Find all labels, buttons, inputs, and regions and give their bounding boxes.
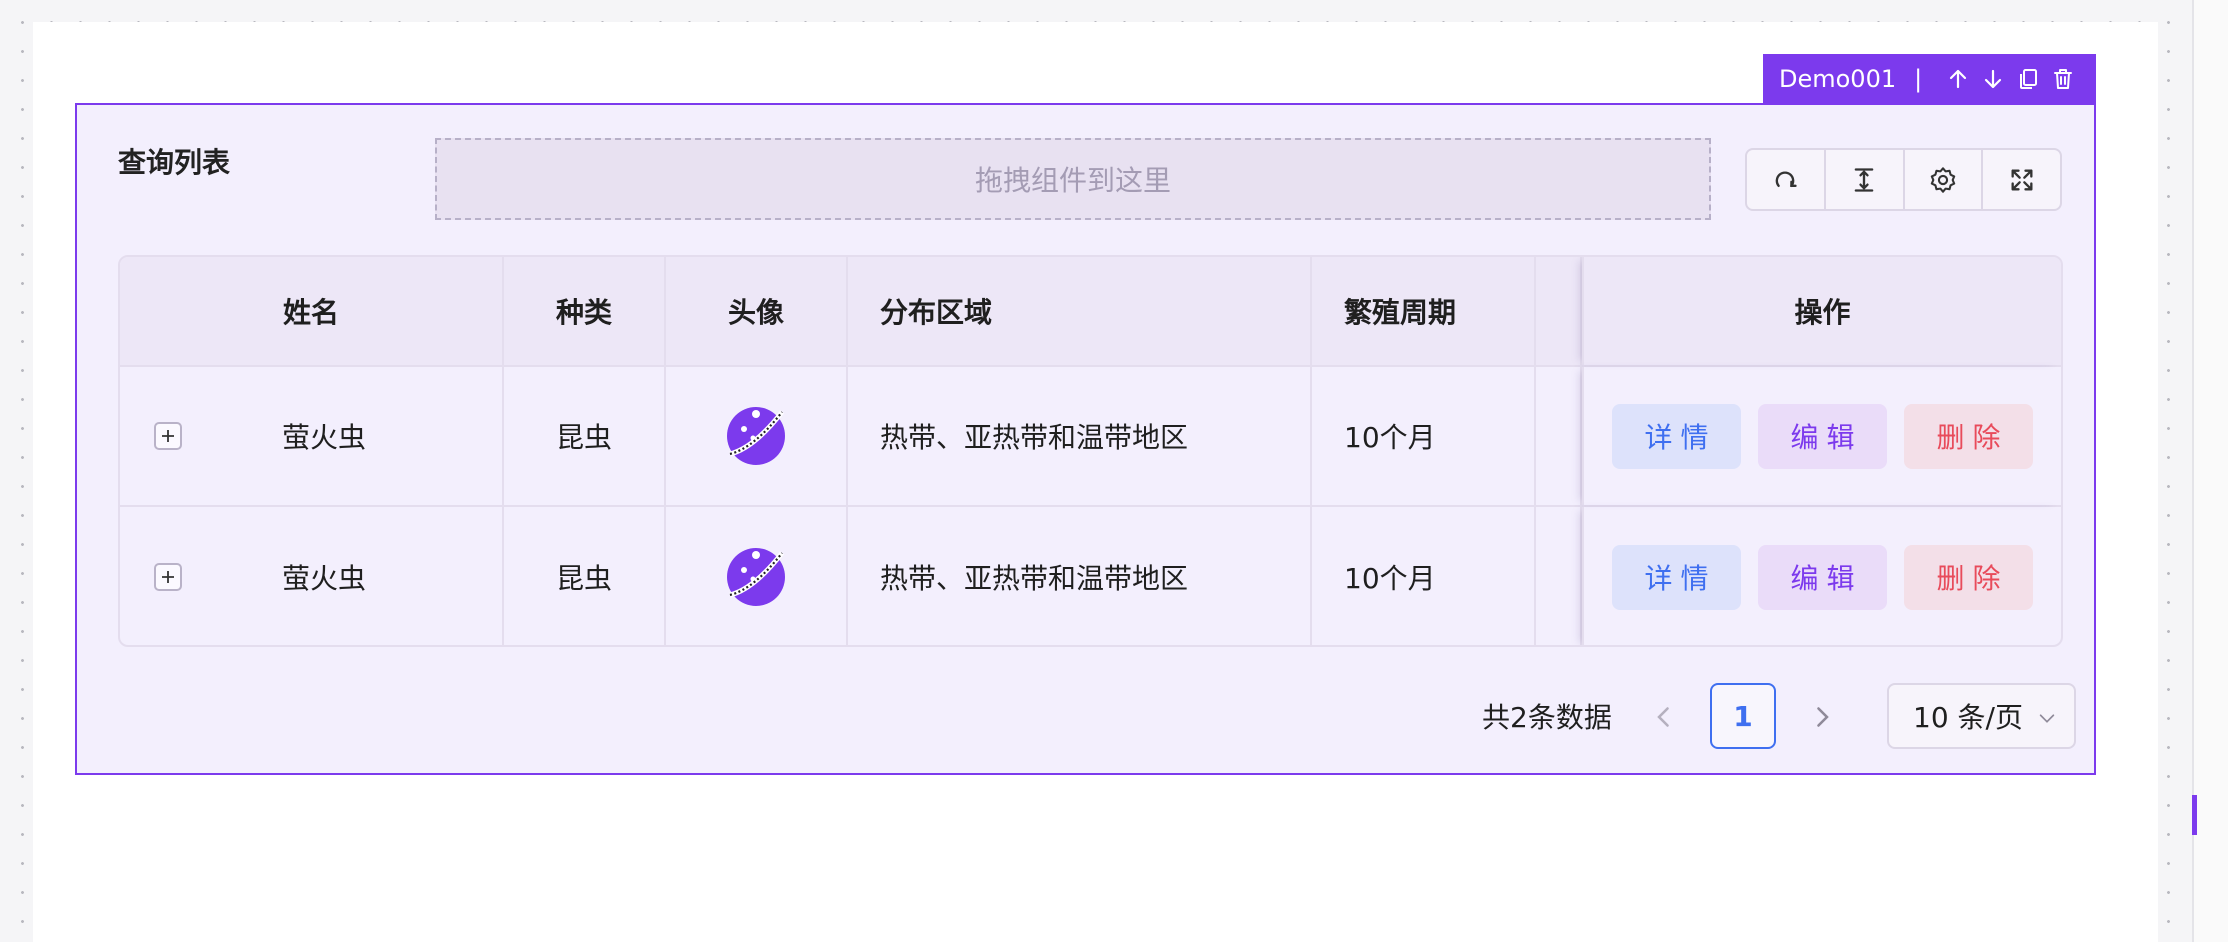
column-header-name[interactable]: 姓名 <box>120 257 504 365</box>
name-cell: 萤火虫 <box>120 367 504 505</box>
component-name: Demo001 <box>1779 64 1897 93</box>
region-cell: 热带、亚热带和温带地区 <box>848 507 1312 645</box>
name-value: 萤火虫 <box>281 421 366 454</box>
query-list-component[interactable]: 查询列表 拖拽组件到这里 姓名 种类 头像 分布区域 繁殖周期 操作 萤火虫 昆… <box>75 103 2096 775</box>
table-row: 萤火虫 昆虫 热带、亚热带和温带地区 10个月 详情 编辑 删除 <box>120 367 2061 507</box>
density-button[interactable] <box>1826 150 1905 209</box>
name-value: 萤火虫 <box>281 562 366 595</box>
region-cell: 热带、亚热带和温带地区 <box>848 367 1312 505</box>
table-tools <box>1745 148 2062 211</box>
cycle-cell: 10个月 <box>1312 507 1536 645</box>
planet-avatar-icon <box>727 548 785 606</box>
drop-zone[interactable]: 拖拽组件到这里 <box>435 138 1711 220</box>
trash-icon[interactable] <box>2045 59 2080 99</box>
extra-cell <box>1536 507 1582 645</box>
drop-zone-placeholder: 拖拽组件到这里 <box>974 164 1171 197</box>
right-rail <box>2192 0 2228 942</box>
density-icon <box>1854 167 1874 192</box>
column-header-region[interactable]: 分布区域 <box>848 257 1312 365</box>
cycle-cell: 10个月 <box>1312 367 1536 505</box>
table-row: 萤火虫 昆虫 热带、亚热带和温带地区 10个月 详情 编辑 删除 <box>120 507 2061 645</box>
planet-avatar-icon <box>727 407 785 465</box>
expand-row-button[interactable] <box>154 563 182 591</box>
fullscreen-icon <box>2011 169 2033 190</box>
page-size-select[interactable]: 10 条/页 <box>1887 683 2076 749</box>
avatar-cell <box>666 507 848 645</box>
column-header-avatar[interactable]: 头像 <box>666 257 848 365</box>
expand-row-button[interactable] <box>154 422 182 450</box>
detail-button[interactable]: 详情 <box>1612 403 1741 469</box>
ops-cell: 详情 编辑 删除 <box>1582 507 2061 645</box>
previous-page-button[interactable] <box>1647 700 1681 734</box>
column-header-type[interactable]: 种类 <box>504 257 666 365</box>
refresh-button[interactable] <box>1747 150 1826 209</box>
page-size-value: 10 条/页 <box>1913 701 2023 734</box>
arrow-down-icon[interactable] <box>1975 59 2010 99</box>
column-header-ops: 操作 <box>1582 257 2061 365</box>
component-toolbar: Demo001 | <box>1763 54 2096 103</box>
settings-icon <box>1930 166 1956 193</box>
arrow-up-icon[interactable] <box>1940 59 1975 99</box>
list-title: 查询列表 <box>118 146 231 179</box>
detail-button[interactable]: 详情 <box>1612 544 1741 610</box>
ops-cell: 详情 编辑 删除 <box>1582 367 2061 505</box>
delete-button[interactable]: 删除 <box>1904 544 2033 610</box>
type-cell: 昆虫 <box>504 367 666 505</box>
chevron-right-icon <box>1817 707 1829 727</box>
column-header-extra <box>1536 257 1582 365</box>
delete-button[interactable]: 删除 <box>1904 403 2033 469</box>
avatar-cell <box>666 367 848 505</box>
chevron-left-icon <box>1657 707 1669 727</box>
plus-icon <box>162 430 174 442</box>
name-cell: 萤火虫 <box>120 507 504 645</box>
copy-icon[interactable] <box>2010 59 2045 99</box>
toolbar-separator: | <box>1914 64 1923 93</box>
page-number-button[interactable]: 1 <box>1710 683 1776 749</box>
chevron-down-icon <box>2039 714 2055 723</box>
next-page-button[interactable] <box>1805 700 1839 734</box>
data-table: 姓名 种类 头像 分布区域 繁殖周期 操作 萤火虫 昆虫 热带、亚热带和温带地区… <box>118 255 2063 647</box>
edit-button[interactable]: 编辑 <box>1758 544 1887 610</box>
settings-button[interactable] <box>1905 150 1984 209</box>
extra-cell <box>1536 367 1582 505</box>
rail-scroll-marker[interactable] <box>2192 795 2197 835</box>
plus-icon <box>162 571 174 583</box>
type-cell: 昆虫 <box>504 507 666 645</box>
fullscreen-button[interactable] <box>1983 150 2060 209</box>
table-header-row: 姓名 种类 头像 分布区域 繁殖周期 操作 <box>120 257 2061 367</box>
refresh-icon <box>1776 170 1798 187</box>
column-header-cycle[interactable]: 繁殖周期 <box>1312 257 1536 365</box>
edit-button[interactable]: 编辑 <box>1758 403 1887 469</box>
pagination-total: 共2条数据 <box>1482 701 1612 734</box>
